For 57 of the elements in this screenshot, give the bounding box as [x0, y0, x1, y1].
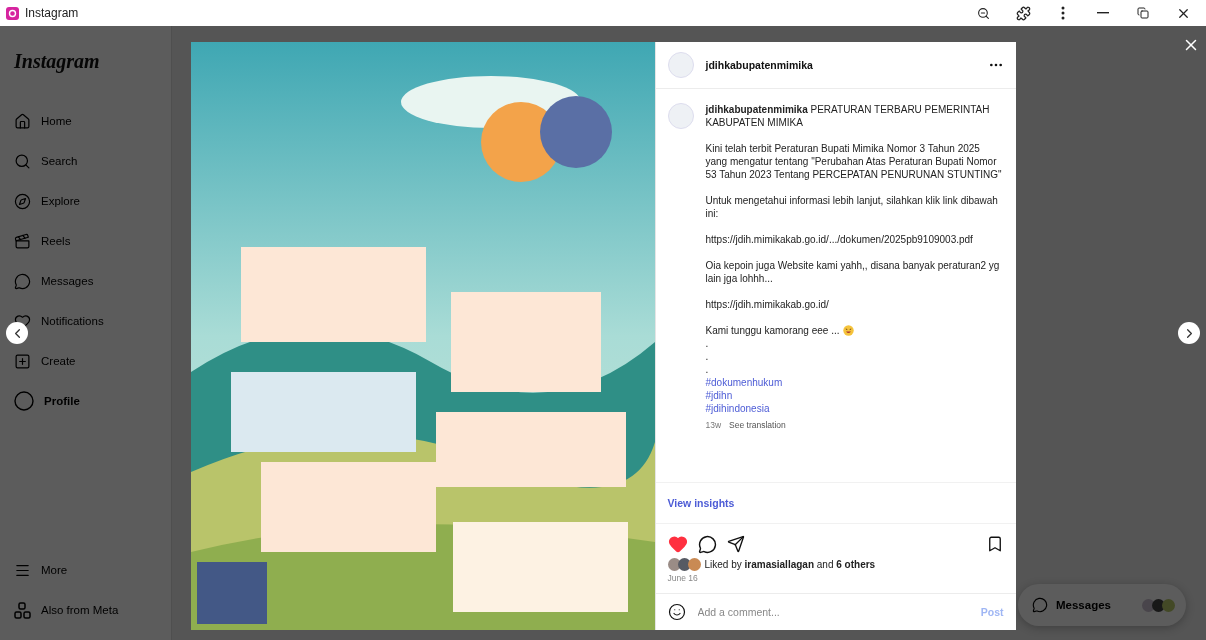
view-insights-link[interactable]: View insights	[667, 497, 735, 509]
likes-text: Liked by iramasiallagan and 6 others	[704, 559, 876, 570]
caption-text: jdihkabupatenmimika PERATURAN TERBARU PEMERINTAH KABUPATEN MIMIKA	[705, 103, 991, 129]
liker-avatar	[667, 558, 681, 571]
comment-button[interactable]	[697, 534, 717, 554]
like-button[interactable]	[667, 534, 688, 554]
caption-text: Untuk mengetahui informasi lebih lanjut, silahkan klik link dibawah ini:	[705, 194, 999, 220]
post-button[interactable]: Post	[980, 606, 1004, 618]
nav-item[interactable]: Create	[6, 341, 163, 381]
minimize-icon	[1097, 12, 1109, 14]
nav-item[interactable]: Home	[6, 101, 163, 141]
caption-text: .	[705, 363, 710, 376]
puzzle-icon	[1015, 5, 1031, 21]
clapperboard-icon	[14, 232, 31, 250]
instagram-logo[interactable]: Instagram	[14, 50, 100, 73]
nav-item[interactable]: Profile	[6, 381, 163, 421]
window-title: Instagram	[25, 6, 80, 20]
caption-text: https://jdih.mimikakab.go.id/.../dokumen/2025pb9109003.pdf	[705, 233, 974, 246]
nav-item[interactable]: Also from Meta	[6, 590, 163, 630]
app-icon	[6, 6, 19, 20]
nav-item[interactable]: Search	[6, 141, 163, 181]
emoji-icon	[843, 325, 855, 336]
nav-item[interactable]: More	[6, 550, 163, 590]
post-date: June 16	[666, 572, 699, 585]
search-icon	[14, 152, 31, 170]
caption-text: .	[705, 337, 710, 350]
avatar-icon	[14, 391, 34, 411]
nav-item[interactable]: Reels	[6, 221, 163, 261]
messenger-icon	[14, 272, 31, 290]
username[interactable]: jdihkabupatenmimika	[705, 59, 976, 71]
home-icon	[14, 112, 31, 130]
contact-avatar	[1162, 598, 1175, 612]
caption-text: Oia kepoin juga Website kami yahh,, disana banyak peraturan2 yg lain jga lohhh...	[705, 259, 1001, 285]
messages-button[interactable]: Messages	[1018, 584, 1186, 626]
nav-item[interactable]: Explore	[6, 181, 163, 221]
nav-item[interactable]: Messages	[6, 261, 163, 301]
share-button[interactable]	[726, 535, 745, 553]
nav-item[interactable]: Notifications	[6, 301, 163, 341]
contact-avatar	[1142, 598, 1155, 612]
see-translation-link[interactable]: See translation	[729, 419, 786, 432]
emoji-button[interactable]	[667, 603, 686, 621]
caption-text: .	[705, 350, 710, 363]
restore-icon	[1137, 7, 1149, 19]
caption-text: https://jdih.mimikakab.go.id/	[705, 298, 830, 311]
shapes-icon	[14, 601, 31, 619]
hashtag-link[interactable]: #jdihn	[705, 389, 733, 402]
hashtag-link[interactable]: #jdihindonesia	[705, 402, 770, 415]
kebab-icon	[1061, 6, 1065, 20]
post-age: 13w	[705, 419, 722, 432]
messenger-icon	[1032, 597, 1048, 613]
compass-icon	[14, 192, 31, 210]
plus-square-icon	[14, 352, 31, 370]
caption-text: Kami tunggu kamorang eee ...	[705, 324, 840, 337]
contact-avatar	[1152, 598, 1165, 612]
caption-text: Kini telah terbit Peraturan Bupati Mimika Nomor 3 Tahun 2025 yang mengatur tentang "Perubahan Atas Peraturan Bupati Nomor 53 Tahun 2023 Tentang PERCEPATAN PENURUNAN STUNTING"	[705, 142, 1003, 181]
zoom-out-icon	[976, 6, 990, 20]
hashtag-link[interactable]: #dokumenhukum	[705, 376, 783, 389]
